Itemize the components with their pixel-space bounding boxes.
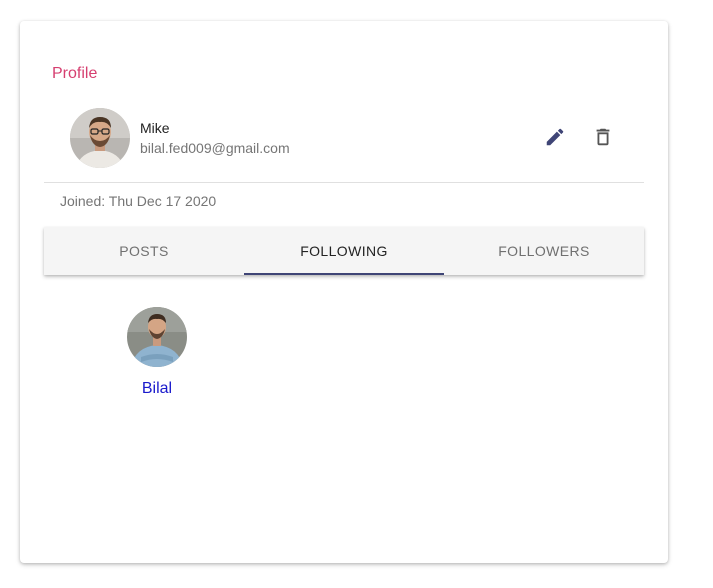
divider (44, 182, 644, 183)
user-name: Mike (140, 120, 170, 136)
following-avatar[interactable] (127, 307, 187, 367)
trash-icon (596, 128, 610, 146)
profile-tabs: POSTS FOLLOWING FOLLOWERS (44, 227, 644, 275)
joined-date: Joined: Thu Dec 17 2020 (60, 193, 217, 209)
delete-profile-button[interactable] (585, 119, 621, 155)
user-email: bilal.fed009@gmail.com (140, 140, 290, 156)
following-user-link[interactable]: Bilal (120, 380, 194, 398)
edit-profile-button[interactable] (537, 119, 573, 155)
avatar (70, 108, 130, 168)
tab-posts[interactable]: POSTS (44, 227, 244, 275)
page-title: Profile (52, 65, 98, 82)
tab-followers[interactable]: FOLLOWERS (444, 227, 644, 275)
tab-following[interactable]: FOLLOWING (244, 227, 444, 275)
profile-card: Profile Mike bilal.fed009@gmail.com Join… (20, 21, 668, 563)
pencil-icon (546, 128, 564, 146)
